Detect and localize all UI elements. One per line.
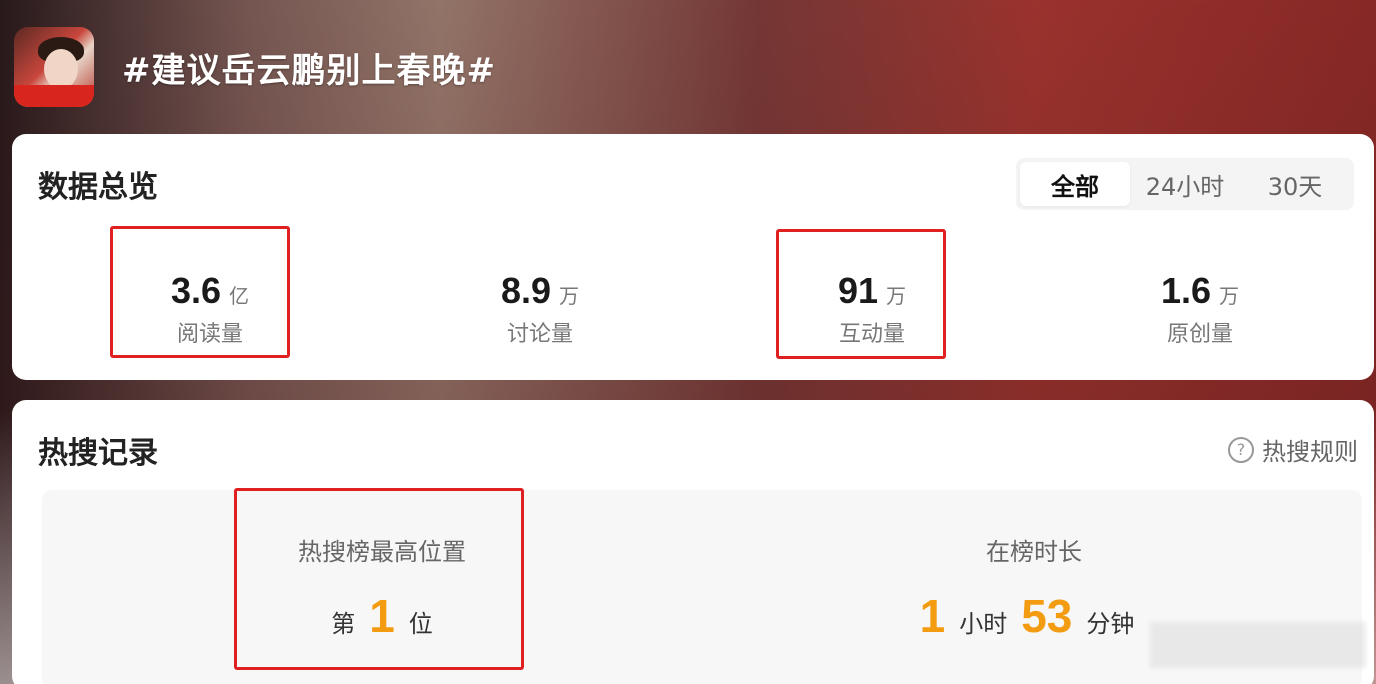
- tab-24h[interactable]: 24小时: [1130, 162, 1240, 206]
- stat-discussions-unit: 万: [559, 284, 580, 308]
- duration-block: 在榜时长 1 小时 53 分钟: [874, 532, 1194, 643]
- stat-discussions: 8.9 万 讨论量: [440, 270, 640, 348]
- highlight-box-best-rank: [234, 488, 524, 670]
- avatar-scarf: [14, 85, 94, 107]
- question-circle-icon: ?: [1228, 436, 1254, 463]
- duration-minutes: 53: [1021, 590, 1073, 642]
- stat-original: 1.6 万 原创量: [1100, 270, 1300, 348]
- topic-avatar[interactable]: [14, 27, 94, 107]
- hot-search-rules-label: 热搜规则: [1262, 438, 1358, 466]
- duration-label: 在榜时长: [986, 538, 1082, 566]
- stat-discussions-label: 讨论量: [506, 322, 573, 347]
- avatar-face: [44, 49, 78, 89]
- hot-search-rules-link[interactable]: ? 热搜规则: [1228, 432, 1358, 467]
- tab-all[interactable]: 全部: [1020, 162, 1130, 206]
- topic-header: #建议岳云鹏别上春晚#: [14, 26, 496, 108]
- highlight-box-interactions: [776, 229, 946, 359]
- highlight-box-reads: [110, 226, 290, 358]
- overview-title: 数据总览: [38, 170, 158, 205]
- stat-original-unit: 万: [1219, 284, 1240, 308]
- time-range-tabs: 全部 24小时 30天: [1016, 158, 1354, 210]
- tab-30d[interactable]: 30天: [1240, 162, 1350, 206]
- stat-discussions-value: 8.9: [500, 270, 552, 311]
- stat-original-value: 1.6: [1160, 270, 1212, 311]
- watermark-blur: [1150, 622, 1366, 668]
- duration-hours: 1: [919, 590, 946, 642]
- topic-title: #建议岳云鹏别上春晚#: [122, 50, 496, 91]
- duration-minutes-unit: 分钟: [1086, 610, 1135, 638]
- duration-hours-unit: 小时: [959, 610, 1008, 638]
- hot-search-title: 热搜记录: [38, 436, 158, 471]
- stat-original-label: 原创量: [1166, 322, 1233, 347]
